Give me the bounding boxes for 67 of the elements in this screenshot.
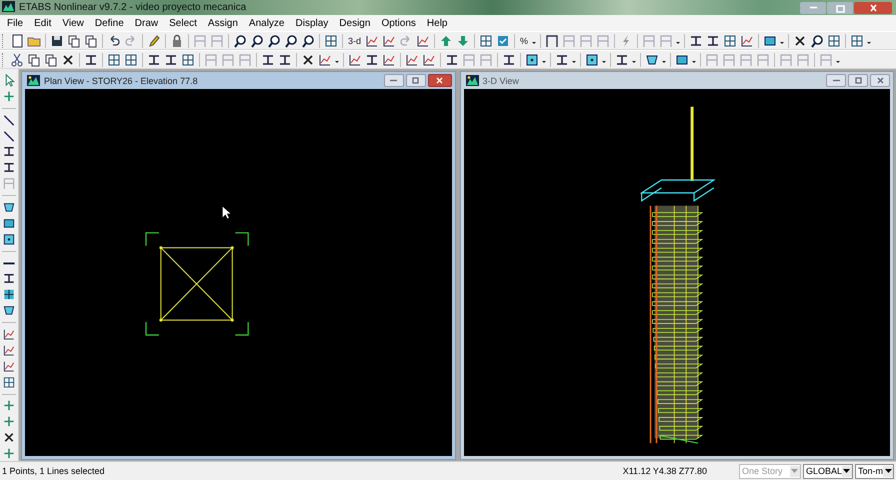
menu-item[interactable]: Display [290, 18, 334, 28]
grid-icon[interactable] [826, 32, 842, 48]
line-icon[interactable] [1, 128, 17, 144]
grid-icon[interactable] [478, 32, 494, 48]
child-window-title: 3-D View [482, 76, 519, 86]
menu-item[interactable]: View [57, 18, 89, 28]
dropdown-arrow-icon [843, 469, 850, 473]
grid-icon[interactable] [722, 32, 738, 48]
rectangle-icon[interactable] [584, 52, 600, 68]
minimize-icon [808, 6, 818, 9]
grid-icon[interactable] [180, 52, 196, 68]
close-button[interactable] [870, 74, 890, 87]
grid-icon[interactable] [849, 32, 866, 48]
scissors-icon[interactable] [9, 52, 25, 68]
dropdown-field[interactable]: Ton-m [854, 464, 894, 478]
minimize-icon [389, 79, 398, 82]
chart-icon[interactable] [1, 327, 17, 342]
menu-item[interactable]: Analyze [244, 18, 290, 28]
toolbar-button[interactable]: 3-d [346, 36, 364, 46]
grid-icon[interactable] [1, 374, 17, 390]
magnifier-icon[interactable] [283, 32, 299, 48]
menu-item[interactable]: Edit [29, 18, 56, 28]
dropdown-arrow-icon [884, 469, 892, 473]
line-icon[interactable] [1, 112, 17, 128]
copy-icon[interactable] [83, 32, 99, 48]
window-title: ETABS Nonlinear v9.7.2 - video proyecto mecanica [19, 2, 246, 13]
menu-item[interactable]: Draw [130, 18, 164, 28]
maximize-button[interactable] [406, 74, 426, 87]
close-button[interactable] [428, 74, 452, 87]
dropdown-arrow-icon [791, 469, 798, 473]
rectangle-icon[interactable] [1, 232, 17, 247]
maximize-button[interactable] [827, 2, 853, 14]
magnifier-icon[interactable] [809, 32, 826, 48]
copy-icon[interactable] [66, 32, 82, 48]
menu-item[interactable]: Options [376, 18, 421, 28]
app-icon [2, 0, 15, 12]
frame-icon[interactable] [544, 32, 560, 48]
grid-icon[interactable] [123, 52, 139, 68]
maximize-button[interactable] [848, 74, 868, 87]
close-button[interactable] [854, 2, 892, 14]
menu-item[interactable]: Assign [202, 18, 243, 28]
minimize-button[interactable] [384, 74, 404, 87]
toolbar-button[interactable]: % [518, 36, 530, 46]
rectangle-icon[interactable] [524, 52, 540, 68]
menu-item[interactable]: Help [422, 18, 452, 28]
magnifier-icon[interactable] [300, 32, 316, 48]
minimize-button[interactable] [826, 74, 846, 87]
status-message: 1 Points, 1 Lines selected [2, 466, 105, 476]
minimize-icon [832, 79, 840, 82]
mouse-cursor-icon [222, 205, 232, 220]
magnifier-icon[interactable] [249, 32, 265, 48]
copy-icon[interactable] [26, 52, 42, 68]
coordinates-readout: X11.12 Y4.38 Z77.80 [622, 466, 707, 476]
menu-item[interactable]: Select [164, 18, 202, 28]
view-icon [27, 75, 40, 86]
menu-item[interactable]: Define [90, 18, 129, 28]
menu-item[interactable]: Design [334, 18, 376, 28]
view-icon [466, 75, 478, 86]
grid-icon[interactable] [323, 32, 339, 48]
minimize-button[interactable] [800, 2, 826, 14]
menu-item[interactable]: File [2, 18, 28, 28]
child-window-title: Plan View - STORY26 - Elevation 77.8 [44, 76, 198, 86]
grid-icon[interactable] [106, 52, 122, 68]
magnifier-icon[interactable] [232, 32, 248, 48]
magnifier-icon[interactable] [266, 32, 282, 48]
copy-icon[interactable] [43, 52, 59, 68]
dropdown-field[interactable]: GLOBAL [802, 464, 853, 478]
